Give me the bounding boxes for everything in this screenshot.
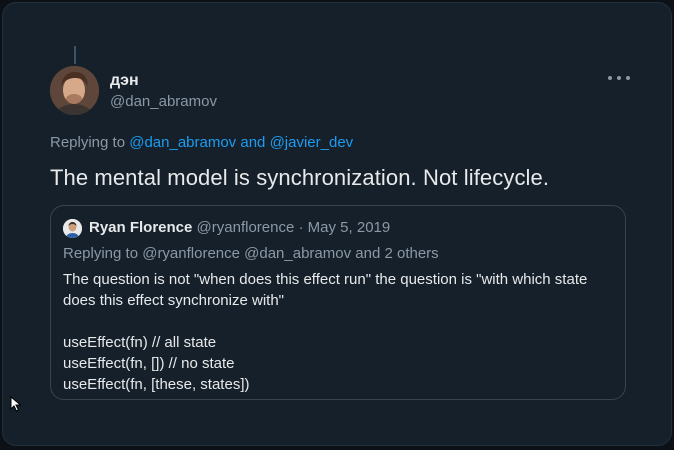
quoted-tweet[interactable]: Ryan Florence @ryanflorence · May 5, 201… bbox=[50, 205, 626, 400]
quoted-body-spacer bbox=[63, 311, 619, 332]
replying-to-label: Replying to bbox=[50, 134, 126, 151]
quoted-replying-to: Replying to @ryanflorence @dan_abramov a… bbox=[63, 245, 439, 262]
more-dot bbox=[617, 76, 621, 80]
quoted-date[interactable]: May 5, 2019 bbox=[308, 219, 391, 236]
replying-and-text: and bbox=[240, 134, 266, 151]
replying-to-line: Replying to @dan_abramov and @javier_dev bbox=[50, 134, 353, 151]
quoted-header: Ryan Florence @ryanflorence · May 5, 201… bbox=[89, 219, 390, 236]
author-avatar-image bbox=[50, 66, 99, 115]
meta-separator: · bbox=[298, 219, 304, 236]
replying-user-link[interactable]: @javier_dev bbox=[270, 134, 354, 151]
quoted-body-line: The question is not "when does this effe… bbox=[63, 271, 588, 288]
quoted-body: The question is not "when does this effe… bbox=[63, 269, 619, 395]
quoted-body-line: does this effect synchronize with" bbox=[63, 292, 284, 309]
author-avatar[interactable] bbox=[50, 66, 99, 115]
tweet-text: The mental model is synchronization. Not… bbox=[50, 165, 550, 190]
more-horizontal-icon[interactable] bbox=[608, 68, 630, 88]
quoted-code-line: useEffect(fn) // all state bbox=[63, 334, 217, 351]
thread-connector-line bbox=[74, 46, 76, 64]
screen: дэн @dan_abramov Replying to @dan_abramo… bbox=[0, 0, 674, 450]
author-display-name[interactable]: дэн bbox=[110, 72, 139, 90]
mouse-pointer-icon bbox=[10, 395, 22, 412]
quoted-code-line: useEffect(fn, []) // no state bbox=[63, 355, 235, 372]
quoted-author-avatar-image bbox=[63, 219, 82, 238]
quoted-author-avatar bbox=[63, 219, 82, 238]
quoted-author-name[interactable]: Ryan Florence bbox=[89, 219, 192, 236]
quoted-author-handle[interactable]: @ryanflorence bbox=[197, 219, 295, 236]
quoted-code-line: useEffect(fn, [these, states]) bbox=[63, 376, 250, 393]
replying-user-link[interactable]: @dan_abramov bbox=[129, 134, 236, 151]
more-dot bbox=[608, 76, 612, 80]
author-handle[interactable]: @dan_abramov bbox=[110, 93, 217, 110]
more-dot bbox=[626, 76, 630, 80]
